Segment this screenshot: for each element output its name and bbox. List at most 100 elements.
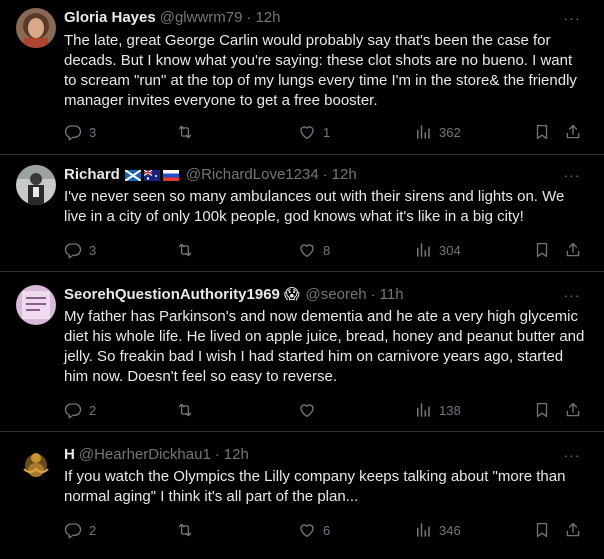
- action-bar: 3 8 304: [64, 240, 588, 260]
- retweet-button[interactable]: [176, 520, 201, 540]
- share-icon: [564, 241, 582, 259]
- like-button[interactable]: 8: [298, 240, 330, 260]
- reply-count: 2: [89, 402, 97, 418]
- views-button[interactable]: 346: [414, 520, 461, 540]
- tweet[interactable]: SeorehQuestionAuthority1969 😱 @seoreh · …: [0, 272, 604, 432]
- view-count: 362: [439, 124, 461, 140]
- action-bar: 3 1 362: [64, 122, 588, 142]
- views-icon: [414, 123, 432, 141]
- view-count: 138: [439, 402, 461, 418]
- tweet-text: My father has Parkinson's and now dement…: [64, 308, 585, 385]
- reply-count: 3: [89, 242, 97, 258]
- separator: ·: [370, 286, 376, 303]
- retweet-icon: [176, 241, 194, 259]
- user-handle[interactable]: @HearherDickhau1: [79, 445, 211, 465]
- view-count: 346: [439, 522, 461, 538]
- retweet-button[interactable]: [176, 240, 201, 260]
- reply-icon: [64, 521, 82, 539]
- avatar[interactable]: [16, 8, 56, 48]
- reply-button[interactable]: 3: [64, 122, 96, 142]
- reply-button[interactable]: 2: [64, 400, 96, 420]
- reply-icon: [64, 123, 82, 141]
- avatar[interactable]: [16, 165, 56, 205]
- avatar[interactable]: [16, 445, 56, 485]
- action-bar: 2 138: [64, 400, 588, 420]
- like-icon: [298, 123, 316, 141]
- bookmark-icon: [533, 123, 551, 141]
- like-count: 6: [323, 522, 331, 538]
- separator: ·: [322, 166, 328, 183]
- views-button[interactable]: 138: [414, 400, 461, 420]
- bookmark-icon: [533, 241, 551, 259]
- timestamp[interactable]: 12h: [224, 445, 249, 465]
- like-icon: [298, 241, 316, 259]
- tweet-text: If you watch the Olympics the Lilly comp…: [64, 468, 566, 505]
- avatar[interactable]: [16, 285, 56, 325]
- bookmark-icon: [533, 521, 551, 539]
- tweet-header: H @HearherDickhau1 · 12h: [64, 445, 249, 465]
- share-button[interactable]: [564, 520, 582, 540]
- like-button[interactable]: 6: [298, 520, 330, 540]
- timestamp[interactable]: 11h: [380, 285, 404, 305]
- name-emoji: 😱: [283, 286, 300, 303]
- more-icon[interactable]: ···: [562, 285, 582, 305]
- tweet-feed: Gloria Hayes @glwwrm79 · 12h ··· The lat…: [0, 0, 604, 559]
- views-icon: [414, 521, 432, 539]
- timestamp[interactable]: 12h: [255, 8, 280, 28]
- share-button[interactable]: [564, 240, 582, 260]
- tweet[interactable]: H @HearherDickhau1 · 12h ··· If you watc…: [0, 432, 604, 559]
- tweet[interactable]: Richard 🏴󠁧󠁢󠁳󠁣󠁴󠁿🇦🇺🇷🇺 @RichardLove1234: [0, 155, 604, 272]
- timestamp[interactable]: 12h: [332, 165, 357, 185]
- views-icon: [414, 401, 432, 419]
- share-button[interactable]: [564, 400, 582, 420]
- view-count: 304: [439, 242, 461, 258]
- display-name[interactable]: H: [64, 445, 75, 465]
- retweet-icon: [176, 401, 194, 419]
- reply-button[interactable]: 2: [64, 520, 96, 540]
- views-button[interactable]: 362: [414, 122, 461, 142]
- like-button[interactable]: 1: [298, 122, 330, 142]
- like-count: 1: [323, 124, 331, 140]
- tweet[interactable]: Gloria Hayes @glwwrm79 · 12h ··· The lat…: [0, 0, 604, 155]
- retweet-icon: [176, 521, 194, 539]
- like-count: 8: [323, 242, 331, 258]
- tweet-header: SeorehQuestionAuthority1969 😱 @seoreh · …: [64, 285, 404, 305]
- reply-count: 2: [89, 522, 97, 538]
- bookmark-button[interactable]: [533, 520, 551, 540]
- display-name[interactable]: Richard: [64, 165, 120, 185]
- retweet-button[interactable]: [176, 122, 201, 142]
- tweet-text: I've never seen so many ambulances out w…: [64, 188, 565, 225]
- bookmark-button[interactable]: [533, 400, 551, 420]
- separator: ·: [246, 9, 252, 26]
- australia-flag-icon: [143, 169, 160, 181]
- reply-button[interactable]: 3: [64, 240, 96, 260]
- views-icon: [414, 241, 432, 259]
- reply-icon: [64, 241, 82, 259]
- like-icon: [298, 401, 316, 419]
- display-name[interactable]: SeorehQuestionAuthority1969: [64, 285, 280, 305]
- more-icon[interactable]: ···: [562, 445, 582, 465]
- share-icon: [564, 521, 582, 539]
- display-name[interactable]: Gloria Hayes: [64, 8, 156, 28]
- user-handle[interactable]: @RichardLove1234: [186, 165, 319, 185]
- user-handle[interactable]: @glwwrm79: [160, 8, 243, 28]
- tweet-text: The late, great George Carlin would prob…: [64, 32, 577, 109]
- user-handle[interactable]: @seoreh: [306, 285, 367, 305]
- more-icon[interactable]: ···: [562, 8, 582, 28]
- russia-flag-icon: [162, 169, 179, 181]
- bookmark-icon: [533, 401, 551, 419]
- share-button[interactable]: [564, 122, 582, 142]
- views-button[interactable]: 304: [414, 240, 461, 260]
- tweet-header: Gloria Hayes @glwwrm79 · 12h: [64, 8, 281, 28]
- bookmark-button[interactable]: [533, 122, 551, 142]
- retweet-icon: [176, 123, 194, 141]
- scotland-flag-icon: [124, 169, 141, 181]
- more-icon[interactable]: ···: [562, 165, 582, 185]
- like-icon: [298, 521, 316, 539]
- tweet-header: Richard 🏴󠁧󠁢󠁳󠁣󠁴󠁿🇦🇺🇷🇺 @RichardLove1234: [64, 165, 357, 185]
- reply-count: 3: [89, 124, 97, 140]
- retweet-button[interactable]: [176, 400, 201, 420]
- like-button[interactable]: [298, 400, 323, 420]
- bookmark-button[interactable]: [533, 240, 551, 260]
- share-icon: [564, 123, 582, 141]
